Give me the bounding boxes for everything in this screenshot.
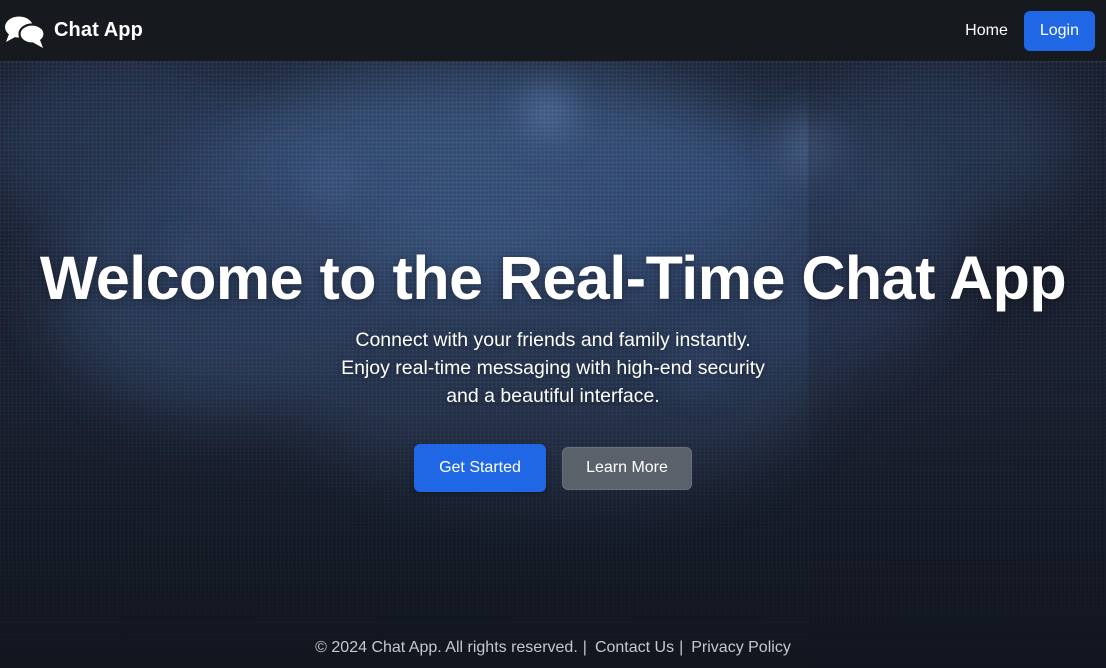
login-button[interactable]: Login xyxy=(1023,10,1095,51)
contact-us-link[interactable]: Contact Us xyxy=(595,639,674,657)
hero-content: Welcome to the Real-Time Chat App Connec… xyxy=(0,242,1106,492)
navbar: Chat App Home Login xyxy=(0,0,1106,62)
hero-subtitle-line: Enjoy real-time messaging with high-end … xyxy=(341,357,765,379)
footer-copyright: © 2024 Chat App. All rights reserved. xyxy=(315,639,578,656)
footer-separator: | xyxy=(679,639,684,656)
hero-subtitle-line: Connect with your friends and family ins… xyxy=(355,329,751,351)
learn-more-button[interactable]: Learn More xyxy=(562,446,692,490)
hero-buttons: Get Started Learn More xyxy=(414,444,692,492)
get-started-button[interactable]: Get Started xyxy=(414,444,546,492)
hero-subtitle: Connect with your friends and family ins… xyxy=(341,326,765,410)
nav-right: Home Login xyxy=(965,10,1095,51)
brand[interactable]: Chat App xyxy=(4,13,143,49)
brand-name: Chat App xyxy=(54,19,143,41)
footer: © 2024 Chat App. All rights reserved. | … xyxy=(0,636,1106,660)
hero-subtitle-line: and a beautiful interface. xyxy=(446,385,660,407)
footer-separator: | xyxy=(582,639,587,656)
chat-bubbles-icon xyxy=(5,16,46,48)
privacy-policy-link[interactable]: Privacy Policy xyxy=(691,639,791,657)
hero-section: Welcome to the Real-Time Chat App Connec… xyxy=(0,62,1106,668)
hero-title: Welcome to the Real-Time Chat App xyxy=(39,244,1067,312)
landing-page: Chat App Home Login Welcome to the Real-… xyxy=(0,0,1106,668)
nav-home-link[interactable]: Home xyxy=(965,22,1008,40)
